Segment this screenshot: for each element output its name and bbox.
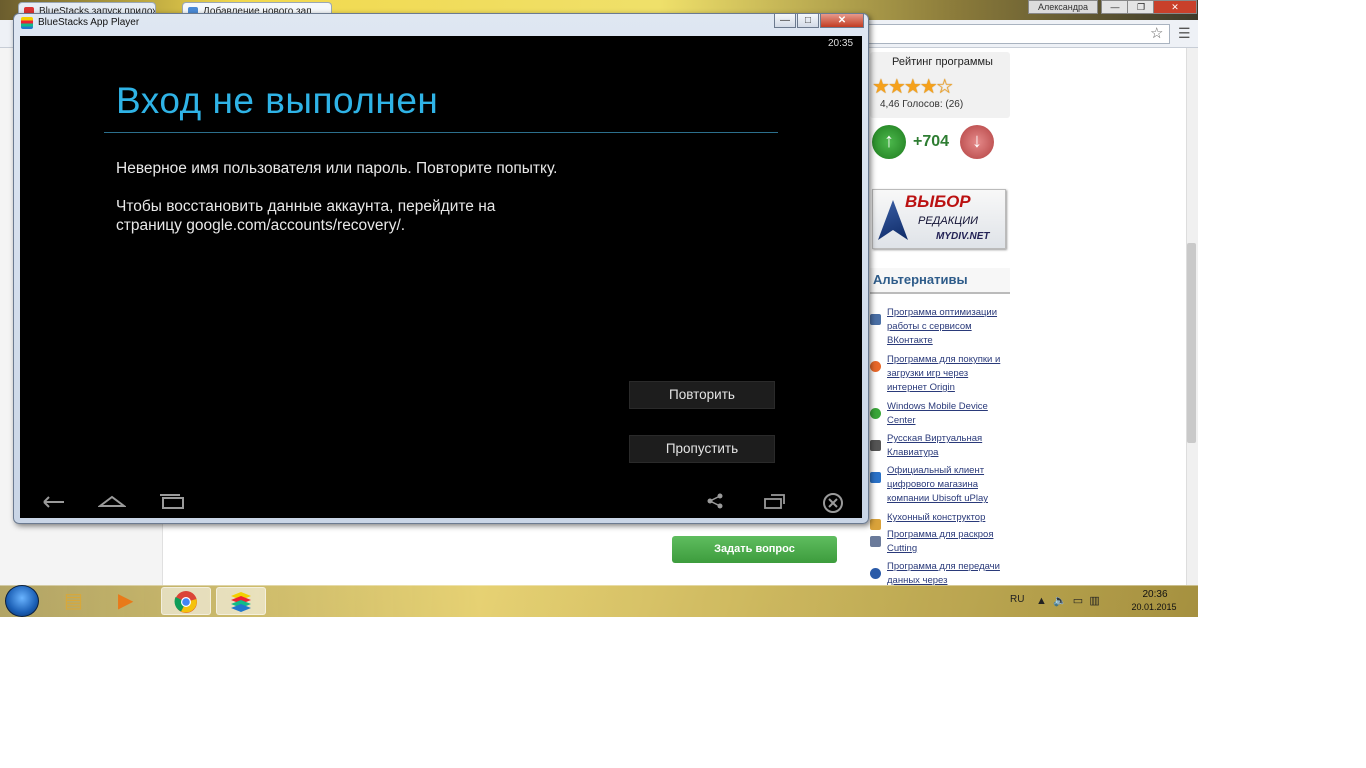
uplay-icon [870,472,881,483]
status-bar-clock: 20:35 [828,38,854,49]
vote-up-icon[interactable]: ↑ [872,125,906,159]
home-icon[interactable] [97,492,127,514]
ask-question-button[interactable]: Задать вопрос [672,536,837,563]
bluestacks-minimize-button[interactable]: — [774,13,796,28]
alternative-link[interactable]: Windows Mobile Device Center [870,400,1010,428]
rating-stars[interactable]: ★★★★☆ [872,74,954,99]
rating-title: Рейтинг программы [892,56,993,68]
bluestacks-taskbar-icon [229,590,253,617]
recent-apps-icon[interactable] [158,492,186,514]
dialog-error-message: Неверное имя пользователя или пароль. По… [116,160,558,177]
skip-button[interactable]: Пропустить [629,435,775,463]
close-app-icon[interactable] [821,492,845,518]
language-indicator[interactable]: RU [1010,594,1024,605]
page-scrollbar-thumb[interactable] [1187,243,1196,443]
alternative-link[interactable]: Программа для покупки и загрузки игр чер… [870,353,1010,395]
system-tray-icons[interactable]: ▲ 🔈 ▭ ▥ [1036,594,1100,607]
vk-icon [870,314,881,325]
badge-line2: РЕДАКЦИИ [918,215,978,227]
chrome-icon [174,590,198,617]
keyboard-icon [870,440,881,451]
bluetooth-icon [870,568,881,579]
windows-mobile-icon [870,408,881,419]
alternative-link[interactable]: Русская Виртуальная Клавиатура [870,432,1010,460]
rating-text: 4,46 Голосов: (26) [880,99,964,110]
dialog-recovery-line1: Чтобы восстановить данные аккаунта, пере… [116,198,496,215]
alternative-link[interactable]: Программа для раскроя Cutting [870,528,1010,556]
tray-clock-date[interactable]: 20.01.2015 [1125,602,1183,612]
origin-icon [870,361,881,372]
bluestacks-close-button[interactable]: ✕ [820,13,864,28]
browser-close-button[interactable]: ✕ [1153,0,1197,14]
dialog-recovery-line2: страницу google.com/accounts/recovery/. [116,217,406,234]
browser-minimize-button[interactable]: — [1101,0,1129,14]
bluestacks-logo-icon [21,17,33,29]
alternative-link[interactable]: Официальный клиент цифрового магазина ко… [870,464,1010,506]
alternatives-title: Альтернативы [873,272,968,287]
screen-rotate-icon[interactable] [762,492,786,514]
badge-line3: MYDIV.NET [936,231,990,242]
browser-restore-button[interactable]: ❐ [1127,0,1155,14]
browser-user-button[interactable]: Александра [1028,0,1098,14]
bookmark-star-icon[interactable]: ☆ [1150,24,1163,42]
share-icon[interactable] [705,492,725,514]
alternative-link[interactable]: Программа оптимизации работы с сервисом … [870,306,1010,348]
vote-count: +704 [913,133,950,150]
start-button[interactable] [5,585,39,617]
desktop: BlueStacks запуск прилож Добавление ново… [0,0,1198,617]
media-player-icon[interactable]: ▶ [118,590,133,612]
vote-down-icon[interactable]: ↓ [960,125,994,159]
alternative-link[interactable]: Программа для передачи данных через [870,560,1010,588]
tray-clock-time[interactable]: 20:36 [1130,589,1180,600]
alternative-link[interactable]: Кухонный конструктор [870,511,1010,530]
dialog-title: Вход не выполнен [116,80,439,121]
back-icon[interactable] [40,492,68,514]
badge-line1: ВЫБОР [905,192,971,211]
bluestacks-window-title: BlueStacks App Player [38,17,140,28]
file-explorer-icon[interactable]: ▤ [64,590,83,612]
bluestacks-maximize-button[interactable]: □ [797,13,819,28]
dialog-divider [104,132,778,133]
browser-menu-icon[interactable]: ☰ [1178,25,1191,42]
retry-button[interactable]: Повторить [629,381,775,409]
cutting-icon [870,536,881,547]
address-bar[interactable] [860,24,1170,44]
android-nav-bar [20,486,862,518]
